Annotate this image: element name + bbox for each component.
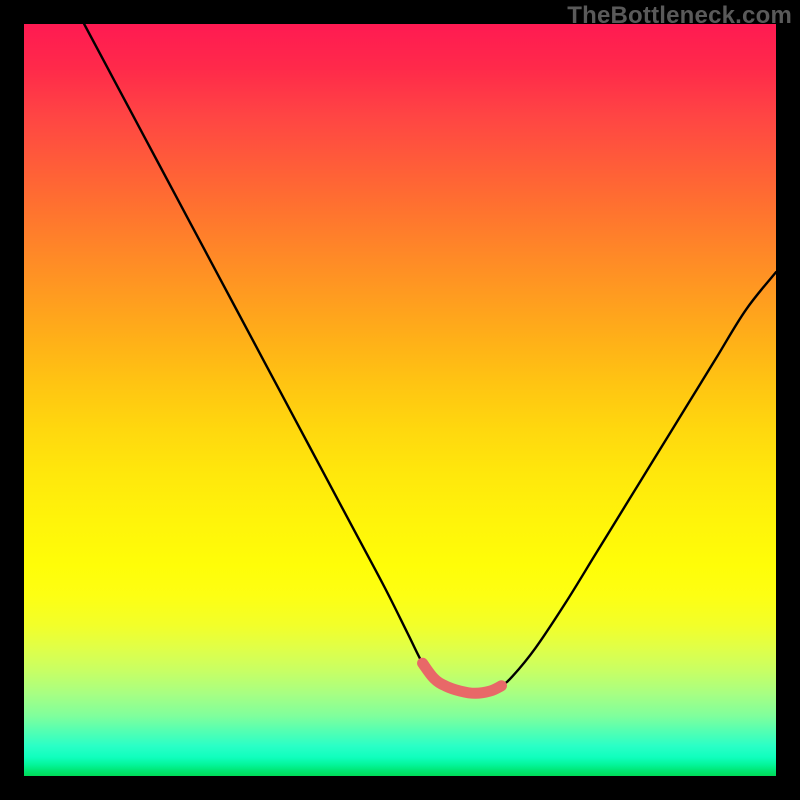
plot-area — [24, 24, 776, 776]
chart-stage: TheBottleneck.com — [0, 0, 800, 800]
curve-layer — [24, 24, 776, 776]
bottleneck-curve — [84, 24, 776, 693]
watermark-text: TheBottleneck.com — [567, 2, 792, 30]
low-bottleneck-highlight — [423, 663, 502, 693]
